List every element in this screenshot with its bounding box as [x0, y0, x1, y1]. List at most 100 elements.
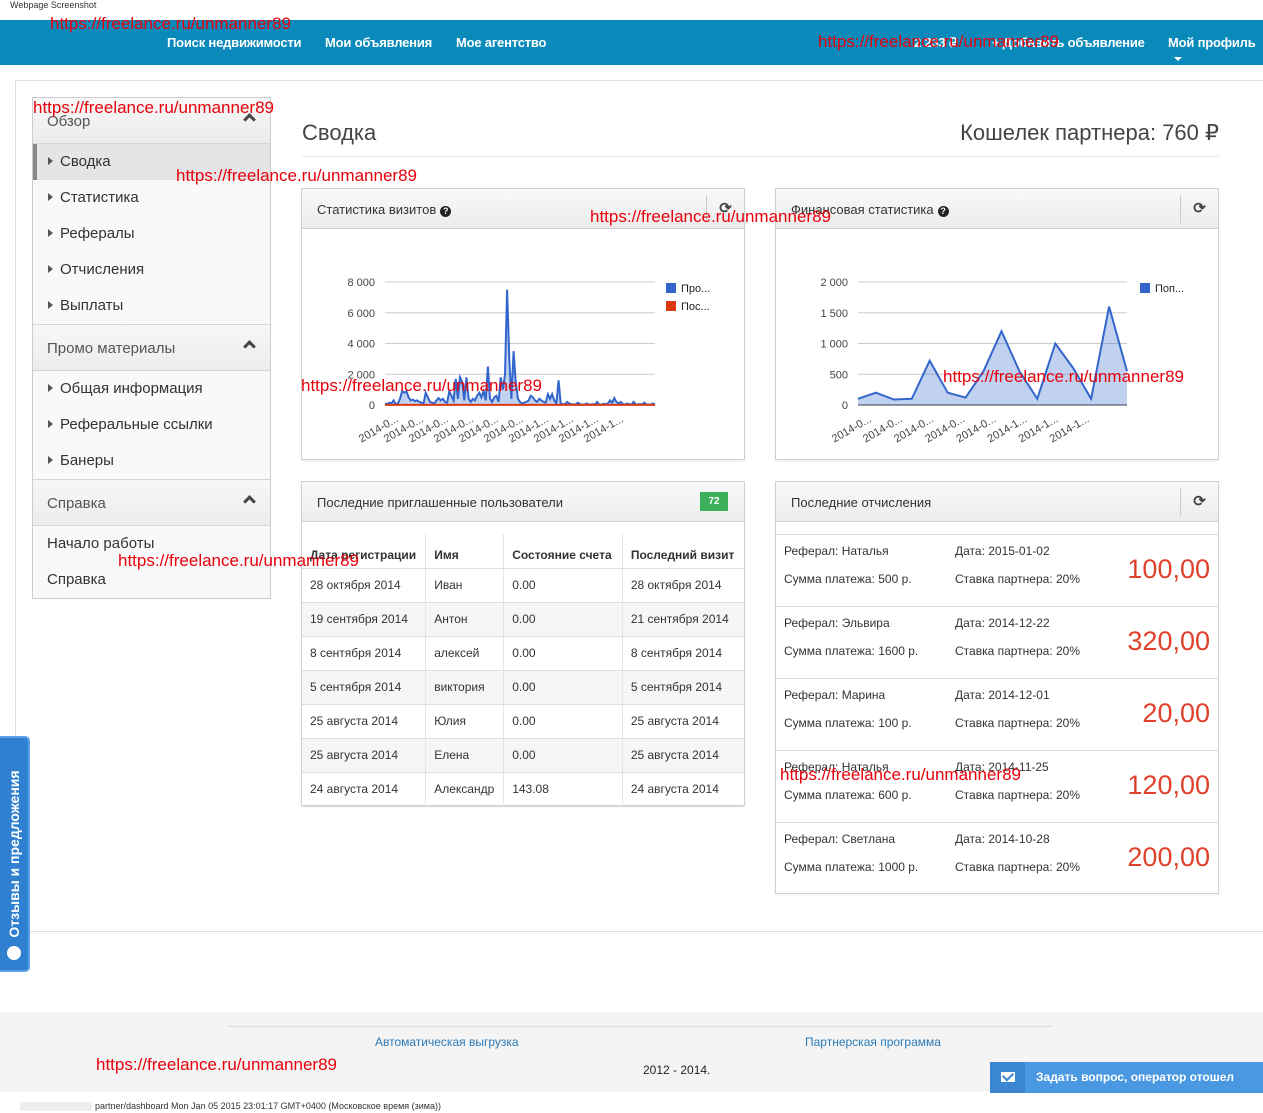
section-title: Промо материалы — [47, 340, 176, 357]
payment-sum: Сумма платежа: 1600 р. — [784, 644, 919, 658]
y-tick-label: 2 000 — [347, 369, 375, 381]
sidebar-section-help[interactable]: Справка — [33, 480, 270, 526]
partner-rate: Ставка партнера: 20% — [955, 788, 1081, 802]
series-line — [384, 289, 656, 407]
page-title: Сводка — [302, 120, 377, 145]
partner-rate: Ставка партнера: 20% — [955, 716, 1081, 730]
chat-button[interactable]: Задать вопрос, оператор отошел — [990, 1062, 1263, 1093]
sidebar-item-getting-started[interactable]: Начало работы — [33, 526, 270, 562]
caret-right-icon — [48, 456, 53, 464]
count-badge: 72 — [700, 492, 728, 511]
footer-link-partner-program[interactable]: Партнерская программа — [805, 1035, 941, 1049]
table-cell: Александр — [425, 772, 504, 807]
profile-menu[interactable]: Мой профиль — [1168, 35, 1263, 65]
help-icon[interactable]: ? — [440, 206, 452, 217]
table-cell: 0.00 — [503, 602, 623, 637]
item-label: Реферальные ссылки — [60, 416, 213, 433]
table-cell: 143.08 — [503, 772, 623, 807]
panel-title: Последние отчисления — [791, 495, 932, 510]
sidebar-section-overview[interactable]: Обзор — [33, 98, 270, 144]
table-cell: 5 сентября 2014 — [621, 670, 744, 705]
payment-date: Дата: 2014-12-01 — [955, 688, 1050, 702]
nav-my-listings[interactable]: Мои объявления — [325, 35, 432, 50]
referral-name: Реферал: Светлана — [784, 832, 896, 846]
sidebar-section-promo[interactable]: Промо материалы — [33, 325, 270, 371]
payment-item: Реферал: Наталья Дата: 2014-11-25 Сумма пл… — [776, 751, 1218, 823]
table-cell: 8 сентября 2014 — [302, 636, 426, 671]
partner-wallet: Кошелек партнера: 760 ₽ — [960, 120, 1219, 145]
chevron-up-icon — [243, 495, 256, 508]
table-cell: 21 сентября 2014 — [621, 602, 744, 637]
payments-list: Реферал: Наталья Дата: 2015-01-02 Сумма пл… — [776, 534, 1218, 895]
column-header[interactable]: Имя — [425, 534, 504, 569]
add-listing-button[interactable]: + Добавить объявление — [992, 35, 1145, 50]
table-cell: 0.00 — [503, 704, 623, 739]
sidebar-item-referrals[interactable]: Рефералы — [33, 216, 270, 252]
table-cell: виктория — [425, 670, 504, 705]
sidebar-item-deductions[interactable]: Отчисления — [33, 252, 270, 288]
panel-title: Финансовая статистика — [791, 202, 934, 217]
sidebar-item-help[interactable]: Справка — [33, 562, 270, 598]
y-tick-label: 4 000 — [347, 339, 375, 351]
nav-my-agency[interactable]: Мое агентство — [456, 35, 546, 50]
panel-title: Статистика визитов — [317, 202, 437, 217]
item-label: Общая информация — [60, 380, 203, 397]
referral-name: Реферал: Марина — [784, 688, 886, 702]
item-label: Начало работы — [47, 535, 155, 552]
footer-link-auto-export[interactable]: Автоматическая выгрузка — [375, 1035, 519, 1049]
lightbulb-icon — [7, 946, 21, 960]
payment-sum: Сумма платежа: 600 р. — [784, 788, 912, 802]
legend-label: Поп... — [1155, 283, 1184, 295]
payment-amount: 100,00 — [1127, 554, 1210, 584]
chevron-up-icon — [243, 340, 256, 353]
sidebar-item-summary[interactable]: Сводка — [33, 144, 270, 180]
referral-name: Реферал: Наталья — [784, 544, 889, 558]
panel-header: Последние отчисления ⟳ — [776, 482, 1218, 522]
feedback-tab[interactable]: Отзывы и предложения — [0, 736, 30, 972]
payment-sum: Сумма платежа: 500 р. — [784, 572, 912, 586]
sidebar-item-referral-links[interactable]: Реферальные ссылки — [33, 407, 270, 443]
partner-rate: Ставка партнера: 20% — [955, 644, 1081, 658]
referral-name: Реферал: Наталья — [784, 760, 889, 774]
item-label: Рефералы — [60, 225, 135, 242]
caret-right-icon — [48, 157, 53, 165]
table-row: 19 сентября 2014 Антон 0.00 21 сентября 201… — [302, 602, 744, 637]
caret-right-icon — [48, 420, 53, 428]
refresh-icon[interactable]: ⟳ — [1180, 195, 1218, 223]
refresh-icon[interactable]: ⟳ — [1180, 488, 1218, 516]
nav-property-search[interactable]: Поиск недвижимости — [167, 35, 302, 50]
y-tick-label: 1 500 — [820, 308, 848, 320]
section-title: Обзор — [47, 113, 91, 130]
table-cell: алексей — [425, 636, 504, 671]
legend-swatch — [1140, 283, 1150, 293]
finance-chart: 05001 0001 5002 0002014-0...2014-0...201… — [820, 277, 1184, 445]
sidebar-item-payouts[interactable]: Выплаты — [33, 288, 270, 324]
table-row: 25 августа 2014 Юлия 0.00 25 августа 2014 — [302, 704, 744, 739]
y-tick-label: 1 000 — [820, 339, 848, 351]
sidebar-item-statistics[interactable]: Статистика — [33, 180, 270, 216]
caret-right-icon — [48, 229, 53, 237]
column-header[interactable]: Состояние счета — [503, 534, 623, 569]
chevron-up-icon — [243, 113, 256, 126]
status-line: partner/dashboard Mon Jan 05 2015 23:01:… — [95, 1101, 441, 1111]
table-cell: 5 сентября 2014 — [302, 670, 426, 705]
table-row: 8 сентября 2014 алексей 0.00 8 сентября 201… — [302, 636, 744, 671]
table-cell: Юлия — [425, 704, 504, 739]
profile-label: Мой профиль — [1168, 35, 1256, 50]
item-label: Банеры — [60, 452, 114, 469]
nav-balance[interactable]: 2 233 ₽ — [914, 35, 957, 51]
panel-header: Финансовая статистика? ⟳ — [776, 189, 1218, 229]
envelope-icon — [990, 1062, 1025, 1093]
table-row: 5 сентября 2014 виктория 0.00 5 сентября 20… — [302, 670, 744, 705]
sidebar-item-general-info[interactable]: Общая информация — [33, 371, 270, 407]
sidebar-item-banners[interactable]: Банеры — [33, 443, 270, 479]
help-icon[interactable]: ? — [937, 206, 949, 217]
payment-date: Дата: 2015-01-02 — [955, 544, 1050, 558]
partner-rate: Ставка партнера: 20% — [955, 572, 1081, 586]
column-header[interactable]: Дата регистрации — [302, 534, 426, 569]
table-cell: 0.00 — [503, 636, 623, 671]
refresh-icon[interactable]: ⟳ — [706, 195, 744, 223]
column-header[interactable]: Последний визит — [621, 534, 744, 569]
y-tick-label: 500 — [830, 369, 848, 381]
chat-label: Задать вопрос, оператор отошел — [1036, 1070, 1235, 1084]
